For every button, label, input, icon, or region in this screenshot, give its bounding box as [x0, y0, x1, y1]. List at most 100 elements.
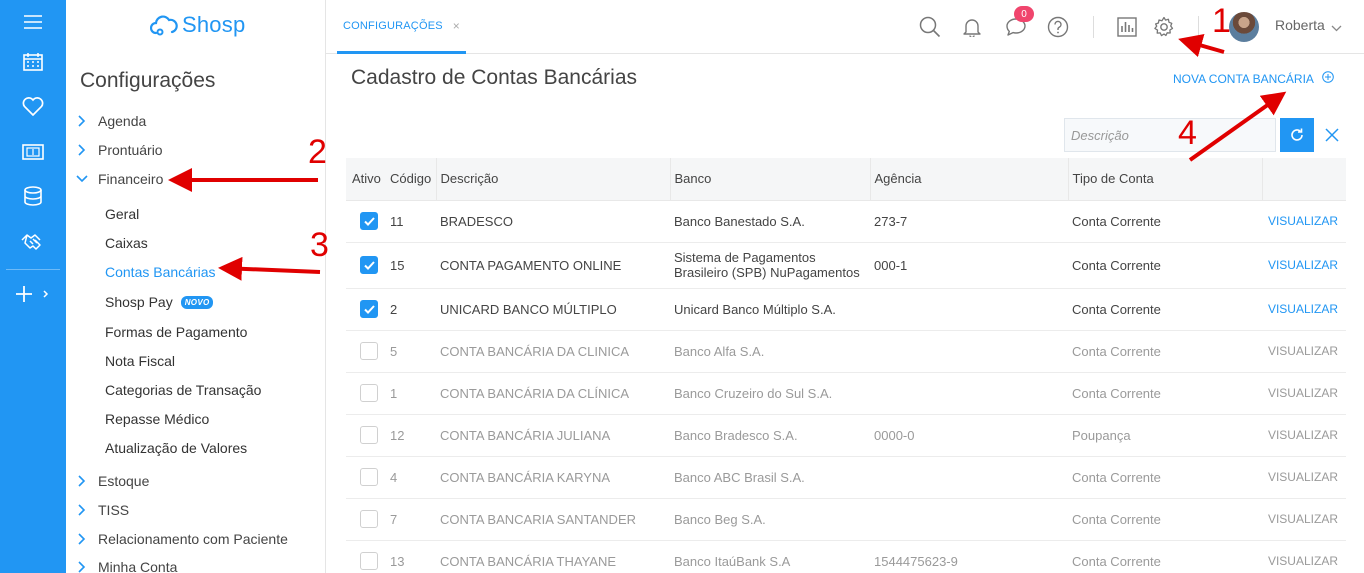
view-link[interactable]: VISUALIZAR [1262, 372, 1346, 415]
sidebar-subitem-shosp-pay[interactable]: Shosp Pay NOVO [105, 291, 214, 313]
column-header-agencia[interactable]: Agência [869, 158, 1068, 201]
view-link[interactable]: VISUALIZAR [1262, 330, 1346, 373]
active-checkbox[interactable] [360, 510, 378, 528]
view-link[interactable]: VISUALIZAR [1262, 456, 1346, 499]
bank-name: Banco Alfa S.A. [674, 343, 765, 359]
annotation-number-4: 4 [1178, 114, 1197, 152]
active-checkbox[interactable] [360, 300, 378, 318]
sidebar-item-minha-conta[interactable]: Minha Conta [74, 556, 177, 573]
table-row[interactable]: 15 CONTA PAGAMENTO ONLINE Sistema de Pagam… [346, 242, 1346, 289]
active-checkbox[interactable] [360, 212, 378, 230]
view-link[interactable]: VISUALIZAR [1262, 498, 1346, 541]
view-link[interactable]: VISUALIZAR [1262, 242, 1346, 289]
active-checkbox[interactable] [360, 552, 378, 570]
view-link[interactable]: VISUALIZAR [1262, 288, 1346, 331]
logo-icon [150, 15, 178, 36]
icon-rail [0, 0, 66, 573]
sidebar-item-prontuario[interactable]: Prontuário [74, 139, 163, 161]
cell-ativo [346, 456, 386, 499]
sidebar-subitem-caixas[interactable]: Caixas [105, 232, 148, 254]
active-checkbox[interactable] [360, 342, 378, 360]
column-header-descricao[interactable]: Descrição [435, 158, 670, 201]
active-checkbox[interactable] [360, 256, 378, 274]
cell-ativo [346, 414, 386, 457]
active-checkbox[interactable] [360, 468, 378, 486]
clear-search-button[interactable] [1320, 123, 1344, 147]
bell-icon [963, 19, 981, 37]
cell-ativo [346, 330, 386, 373]
heart-icon [22, 96, 44, 116]
sidebar-subitem-repasse[interactable]: Repasse Médico [105, 408, 209, 430]
help-button[interactable] [1045, 14, 1071, 40]
cell-codigo: 15 [386, 242, 436, 289]
sidebar-item-tiss[interactable]: TISS [74, 499, 129, 521]
cell-banco: Unicard Banco Múltiplo S.A. [670, 288, 870, 331]
cell-codigo: 2 [386, 288, 436, 331]
rail-health-button[interactable] [0, 84, 66, 128]
sidebar-item-label: Relacionamento com Paciente [98, 531, 288, 547]
table-row[interactable]: 5 CONTA BANCÁRIA DA CLINICA Banco Alfa S.A… [346, 330, 1346, 373]
rail-relationship-button[interactable] [0, 220, 66, 264]
rail-finance-button[interactable] [0, 130, 66, 174]
rail-add-button[interactable] [0, 272, 66, 316]
sidebar-subitem-contas-bancarias[interactable]: Contas Bancárias [105, 261, 216, 283]
table-header-row: Ativo Código Descrição Banco Agência Tip… [346, 158, 1346, 201]
view-link[interactable]: VISUALIZAR [1262, 540, 1346, 573]
sidebar-subitem-atualizacao[interactable]: Atualização de Valores [105, 437, 247, 459]
tab-configuracoes[interactable]: CONFIGURAÇÕES × [337, 0, 466, 54]
sidebar-item-agenda[interactable]: Agenda [74, 110, 146, 132]
sidebar-subitem-geral[interactable]: Geral [105, 203, 139, 225]
avatar[interactable] [1229, 12, 1259, 42]
sidebar-subitem-label: Shosp Pay [105, 294, 173, 310]
column-header-tipo[interactable]: Tipo de Conta [1067, 158, 1262, 201]
table-row[interactable]: 13 CONTA BANCÁRIA THAYANE Banco ItaúBank S… [346, 540, 1346, 573]
cell-tipo: Poupança [1068, 414, 1262, 457]
notifications-button[interactable] [959, 14, 985, 40]
cell-agencia [870, 456, 1068, 499]
rail-agenda-button[interactable] [0, 40, 66, 84]
description-search-input[interactable] [1064, 118, 1276, 152]
chevron-down-icon[interactable] [1331, 19, 1342, 37]
view-link[interactable]: VISUALIZAR [1262, 200, 1346, 243]
reports-button[interactable] [1114, 14, 1140, 40]
menu-button[interactable] [0, 0, 66, 44]
annotation-number-2: 2 [308, 133, 327, 171]
table-row[interactable]: 12 CONTA BANCÁRIA JULIANA Banco Bradesco S… [346, 414, 1346, 457]
cell-agencia: 1544475623-9 [870, 540, 1068, 573]
table-body: 11 BRADESCO Banco Banestado S.A. 273-7 Conta… [346, 200, 1346, 573]
sidebar-subitem-categorias[interactable]: Categorias de Transação [105, 379, 261, 401]
active-checkbox[interactable] [360, 426, 378, 444]
sidebar-item-label: TISS [98, 502, 130, 518]
column-header-codigo[interactable]: Código [386, 158, 436, 201]
sidebar-subitem-formas-pagamento[interactable]: Formas de Pagamento [105, 321, 247, 343]
rail-divider [6, 269, 60, 270]
table-row[interactable]: 4 CONTA BANCÁRIA KARYNA Banco ABC Brasil S… [346, 456, 1346, 499]
cell-descricao: CONTA BANCARIA SANTANDER [436, 498, 670, 541]
shosp-logo[interactable]: Shosp [150, 11, 245, 39]
column-header-actions [1261, 158, 1346, 201]
view-link[interactable]: VISUALIZAR [1262, 414, 1346, 457]
tab-close-icon[interactable]: × [453, 19, 460, 33]
table-row[interactable]: 1 CONTA BANCÁRIA DA CLÍNICA Banco Cruzeiro… [346, 372, 1346, 415]
search-button[interactable] [917, 14, 943, 40]
table-row[interactable]: 11 BRADESCO Banco Banestado S.A. 273-7 Conta… [346, 200, 1346, 243]
sidebar-subitem-nota-fiscal[interactable]: Nota Fiscal [105, 350, 175, 372]
cell-descricao: CONTA BANCÁRIA KARYNA [436, 456, 670, 499]
cell-codigo: 1 [386, 372, 436, 415]
new-bank-account-button[interactable]: NOVA CONTA BANCÁRIA [1173, 71, 1334, 86]
cell-codigo: 7 [386, 498, 436, 541]
user-name[interactable]: Roberta [1275, 17, 1325, 33]
table-row[interactable]: 7 CONTA BANCARIA SANTANDER Banco Beg S.A. C… [346, 498, 1346, 541]
cell-tipo: Conta Corrente [1068, 200, 1262, 243]
active-checkbox[interactable] [360, 384, 378, 402]
check-icon [363, 304, 375, 314]
sidebar-item-estoque[interactable]: Estoque [74, 470, 149, 492]
sidebar-item-financeiro[interactable]: Financeiro [74, 168, 163, 190]
rail-stock-button[interactable] [0, 174, 66, 218]
column-header-ativo[interactable]: Ativo [346, 158, 386, 201]
column-header-banco[interactable]: Banco [669, 158, 870, 201]
refresh-button[interactable] [1280, 118, 1314, 152]
sidebar-item-relacionamento[interactable]: Relacionamento com Paciente [74, 528, 288, 550]
settings-button[interactable] [1151, 14, 1177, 40]
table-row[interactable]: 2 UNICARD BANCO MÚLTIPLO Unicard Banco Múl… [346, 288, 1346, 331]
